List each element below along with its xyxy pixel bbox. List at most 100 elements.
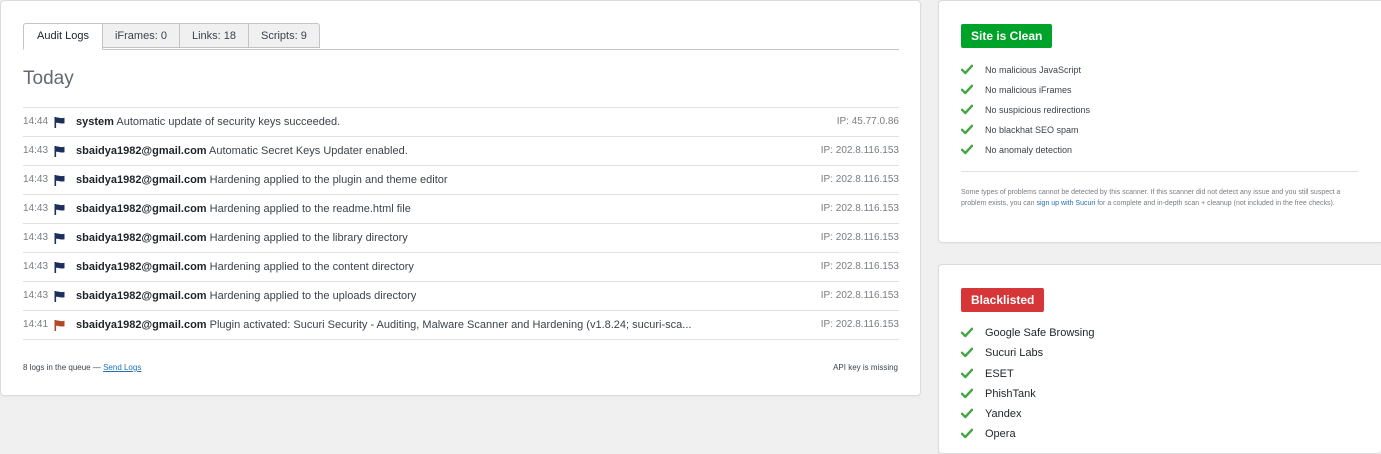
log-ip: IP: 202.8.116.153 — [820, 261, 899, 272]
log-message: sbaidya1982@gmail.com Plugin activated: … — [76, 311, 691, 339]
checkmark-icon — [961, 64, 973, 75]
log-message: sbaidya1982@gmail.com Hardening applied … — [76, 224, 408, 252]
checkmark-icon — [961, 368, 973, 378]
log-description: Hardening applied to the readme.html fil… — [209, 203, 411, 215]
checkmark-icon — [961, 124, 973, 135]
scan-check-label: No anomaly detection — [985, 145, 1073, 155]
blacklist-check-item: PhishTank — [961, 384, 1094, 404]
scan-check-label: No blackhat SEO spam — [985, 125, 1079, 135]
log-time: 14:43 — [23, 145, 49, 156]
log-message: system Automatic update of security keys… — [76, 108, 340, 136]
blacklist-check-label: Opera — [985, 428, 1016, 441]
checkmark-icon — [961, 347, 973, 358]
log-user: sbaidya1982@gmail.com — [76, 319, 207, 331]
divider — [961, 171, 1358, 172]
blacklist-check-label: ESET — [985, 367, 1014, 380]
log-time: 14:41 — [23, 319, 49, 330]
blue-flag-icon — [54, 117, 65, 128]
log-user: system — [76, 116, 114, 128]
log-user: sbaidya1982@gmail.com — [76, 232, 207, 244]
send-logs-link[interactable]: Send Logs — [103, 363, 141, 372]
log-user: sbaidya1982@gmail.com — [76, 290, 207, 302]
api-key-status: API key is missing — [833, 363, 898, 372]
log-time: 14:43 — [23, 232, 49, 243]
blue-flag-icon — [54, 291, 65, 302]
blue-flag-icon — [54, 262, 65, 273]
sucuri-signup-link[interactable]: sign up with Sucuri — [1037, 200, 1096, 207]
checkmark-icon — [961, 84, 973, 95]
log-description: Hardening applied to the uploads directo… — [209, 290, 417, 302]
log-row: 14:43 sbaidya1982@gmail.com Hardening app… — [23, 195, 899, 224]
scan-check-item: No malicious iFrames — [961, 80, 1090, 100]
notice-text-after: for a complete and in-depth scan + clean… — [1097, 200, 1335, 207]
tab-iframes[interactable]: iFrames: 0 — [102, 23, 180, 48]
blacklisted-badge: Blacklisted — [961, 288, 1045, 312]
orange-flag-icon — [54, 320, 65, 331]
scan-check-item: No suspicious redirections — [961, 100, 1090, 120]
audit-log-list: 14:44 system Automatic update of security… — [23, 107, 899, 340]
blacklist-check-item: Yandex — [961, 404, 1094, 424]
day-heading: Today — [23, 68, 74, 89]
tab-scripts[interactable]: Scripts: 9 — [248, 23, 320, 48]
log-user: sbaidya1982@gmail.com — [76, 261, 207, 273]
blacklist-panel: Blacklisted Google Safe Browsing Sucuri L… — [938, 264, 1381, 454]
scan-check-label: No malicious iFrames — [985, 85, 1072, 95]
log-user: sbaidya1982@gmail.com — [76, 174, 207, 186]
log-message: sbaidya1982@gmail.com Hardening applied … — [76, 282, 416, 310]
blacklist-check-list: Google Safe Browsing Sucuri Labs ESET Phish… — [961, 323, 1094, 445]
checkmark-icon — [961, 104, 973, 115]
blue-flag-icon — [54, 146, 65, 157]
tab-audit-logs[interactable]: Audit Logs — [23, 23, 103, 50]
queue-status: 8 logs in the queue — Send Logs — [23, 363, 141, 372]
log-message: sbaidya1982@gmail.com Automatic Secret K… — [76, 137, 408, 165]
blacklist-check-item: Google Safe Browsing — [961, 323, 1094, 343]
log-time: 14:43 — [23, 174, 49, 185]
log-description: Automatic Secret Keys Updater enabled. — [209, 145, 408, 157]
log-row: 14:41 sbaidya1982@gmail.com Plugin activa… — [23, 311, 899, 340]
audit-logs-panel: Audit Logs iFrames: 0 Links: 18 Scripts:… — [0, 0, 921, 396]
log-time: 14:43 — [23, 290, 49, 301]
blacklist-check-label: PhishTank — [985, 387, 1036, 400]
blue-flag-icon — [54, 233, 65, 244]
log-description: Hardening applied to the library directo… — [209, 232, 408, 244]
scan-check-label: No malicious JavaScript — [985, 65, 1082, 75]
log-user: sbaidya1982@gmail.com — [76, 203, 207, 215]
log-row: 14:43 sbaidya1982@gmail.com Hardening app… — [23, 282, 899, 311]
tab-links[interactable]: Links: 18 — [179, 23, 249, 48]
log-message: sbaidya1982@gmail.com Hardening applied … — [76, 166, 448, 194]
log-row: 14:43 sbaidya1982@gmail.com Automatic Sec… — [23, 137, 899, 166]
log-time: 14:43 — [23, 203, 49, 214]
log-description: Plugin activated: Sucuri Security - Audi… — [209, 319, 692, 331]
log-row: 14:43 sbaidya1982@gmail.com Hardening app… — [23, 166, 899, 195]
queue-text: 8 logs in the queue — — [23, 363, 101, 372]
blacklist-check-label: Yandex — [985, 408, 1022, 421]
log-ip: IP: 202.8.116.153 — [820, 232, 899, 243]
blacklist-check-label: Google Safe Browsing — [985, 327, 1095, 339]
scan-check-item: No blackhat SEO spam — [961, 120, 1090, 140]
log-message: sbaidya1982@gmail.com Hardening applied … — [76, 253, 414, 281]
checkmark-icon — [961, 429, 973, 439]
blacklist-check-item: Opera — [961, 424, 1094, 444]
log-time: 14:43 — [23, 261, 49, 272]
scan-check-label: No suspicious redirections — [985, 105, 1091, 115]
log-ip: IP: 202.8.116.153 — [820, 203, 899, 214]
log-description: Hardening applied to the plugin and them… — [209, 174, 448, 186]
scan-check-item: No anomaly detection — [961, 140, 1090, 160]
scan-check-item: No malicious JavaScript — [961, 60, 1090, 80]
blacklist-check-item: ESET — [961, 364, 1094, 384]
log-ip: IP: 202.8.116.153 — [820, 319, 899, 330]
log-description: Automatic update of security keys succee… — [116, 116, 341, 128]
checkmark-icon — [961, 327, 973, 338]
log-row: 14:44 system Automatic update of security… — [23, 108, 899, 137]
log-ip: IP: 202.8.116.153 — [820, 290, 899, 301]
scan-check-list: No malicious JavaScript No malicious iFra… — [961, 60, 1090, 160]
checkmark-icon — [961, 388, 973, 399]
checkmark-icon — [961, 408, 973, 419]
log-ip: IP: 45.77.0.86 — [836, 116, 899, 127]
blue-flag-icon — [54, 175, 65, 186]
blacklist-check-label: Sucuri Labs — [985, 347, 1044, 360]
audit-tabs: Audit Logs iFrames: 0 Links: 18 Scripts:… — [23, 23, 899, 50]
scanner-notice: Some types of problems cannot be detecte… — [961, 187, 1361, 209]
log-ip: IP: 202.8.116.153 — [820, 145, 899, 156]
checkmark-icon — [961, 144, 973, 155]
